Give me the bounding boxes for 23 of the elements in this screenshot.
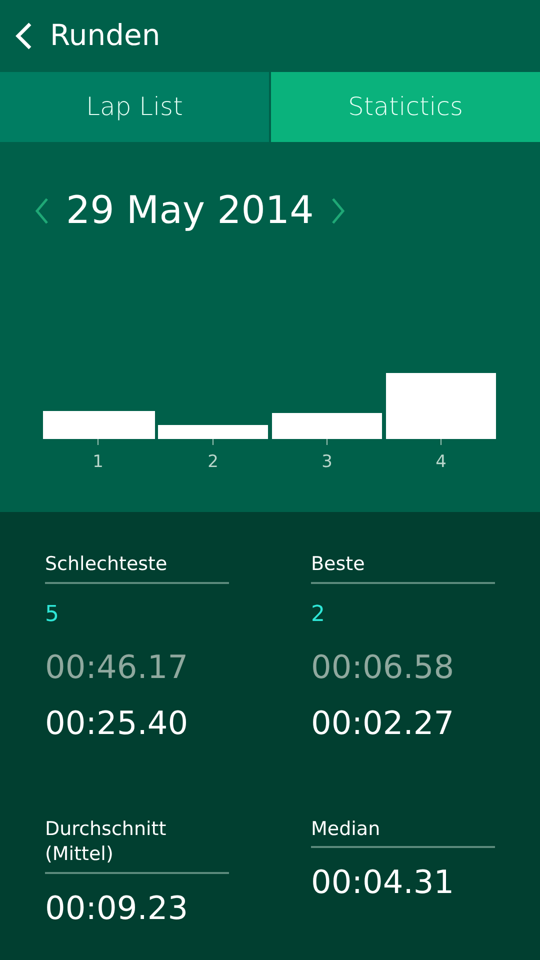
lap-number: 2: [311, 600, 326, 629]
tab[interactable]: Lap List: [0, 72, 269, 142]
lap-time: 00:46.17: [45, 646, 190, 688]
stat-heading: Durchschnitt (Mittel): [45, 816, 229, 874]
previous-date-icon[interactable]: [34, 196, 50, 224]
stat-heading: Median: [311, 816, 495, 848]
stat-heading: Beste: [311, 552, 495, 584]
next-date-icon[interactable]: [330, 196, 346, 224]
date-label: 29 May 2014: [66, 187, 314, 234]
axis-label: 4: [436, 452, 446, 472]
stat-time: 00:04.31: [311, 862, 456, 904]
axis-label: 1: [92, 452, 104, 472]
stat-heading: Schlechteste: [45, 552, 229, 584]
stat-time: 00:02.27: [311, 702, 456, 744]
screen-title: Runden: [50, 17, 160, 54]
axis-label: 3: [322, 452, 332, 472]
stat-time: 00:25.40: [45, 702, 190, 744]
lap-time: 00:06.58: [311, 646, 456, 688]
lap-number: 5: [45, 600, 60, 629]
back-icon[interactable]: [14, 22, 34, 50]
axis-label: 2: [208, 452, 218, 472]
stat-time: 00:09.23: [45, 888, 190, 929]
tab[interactable]: Statictics: [269, 72, 540, 142]
